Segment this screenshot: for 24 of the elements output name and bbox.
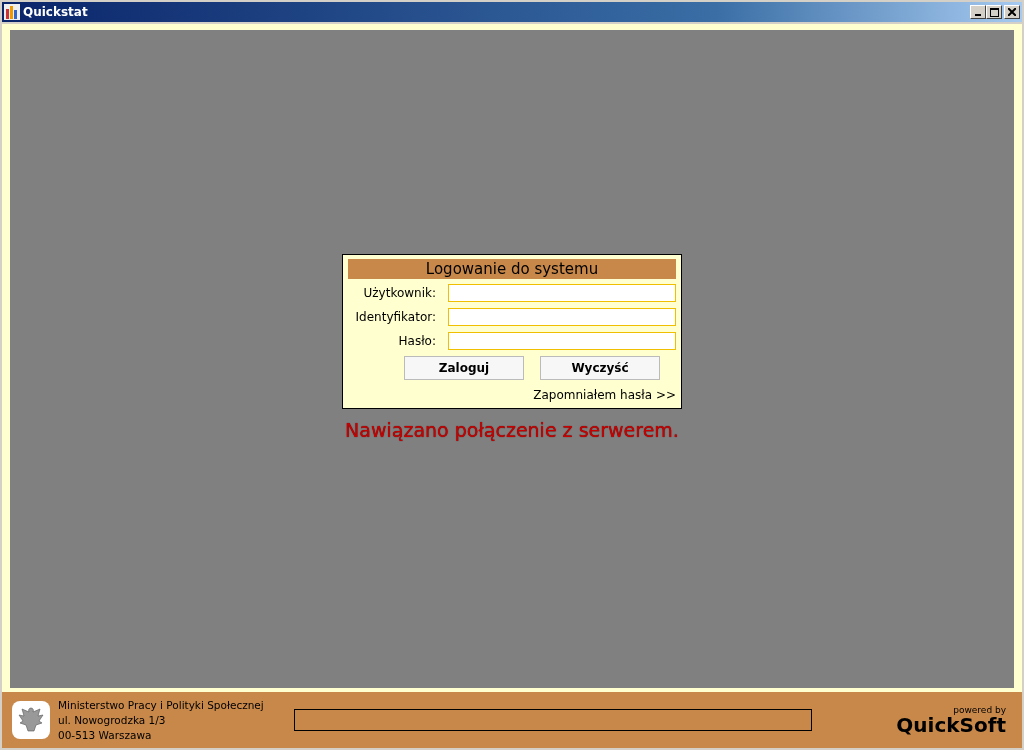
field-label: Identyfikator: <box>354 309 436 324</box>
input-field[interactable] <box>448 331 676 350</box>
maximize-button[interactable] <box>986 5 1002 19</box>
address-line: Ministerstwo Pracy i Polityki Społecznej <box>58 697 265 713</box>
window-title: Quickstat <box>23 5 88 19</box>
form-button[interactable]: Zaloguj <box>404 355 524 380</box>
bar-chart-icon <box>4 4 20 20</box>
input-field[interactable] <box>448 307 676 326</box>
field-label: Użytkownik: <box>362 285 436 300</box>
maximize-icon <box>989 7 999 17</box>
brand-logo: QuickSoft <box>896 715 1006 735</box>
login-title: Logowanie do systemu <box>348 258 676 279</box>
input-field[interactable] <box>448 283 676 302</box>
close-button[interactable] <box>1004 5 1020 19</box>
powered-by-text: powered by <box>953 705 1006 715</box>
form-button[interactable]: Wyczyść <box>540 355 660 380</box>
address-line: 00-513 Warszawa <box>58 727 153 743</box>
status-message: Nawiązano połączenie z serwerem. <box>345 418 679 441</box>
close-icon <box>1008 8 1016 16</box>
field-label: Hasło: <box>397 333 436 348</box>
minimize-button[interactable] <box>970 5 986 19</box>
forgot-password-link[interactable]: Zapomniałem hasła >> <box>533 387 676 402</box>
emblem-icon <box>12 701 50 739</box>
address-line: ul. Nowogrodzka 1/3 <box>58 712 167 728</box>
